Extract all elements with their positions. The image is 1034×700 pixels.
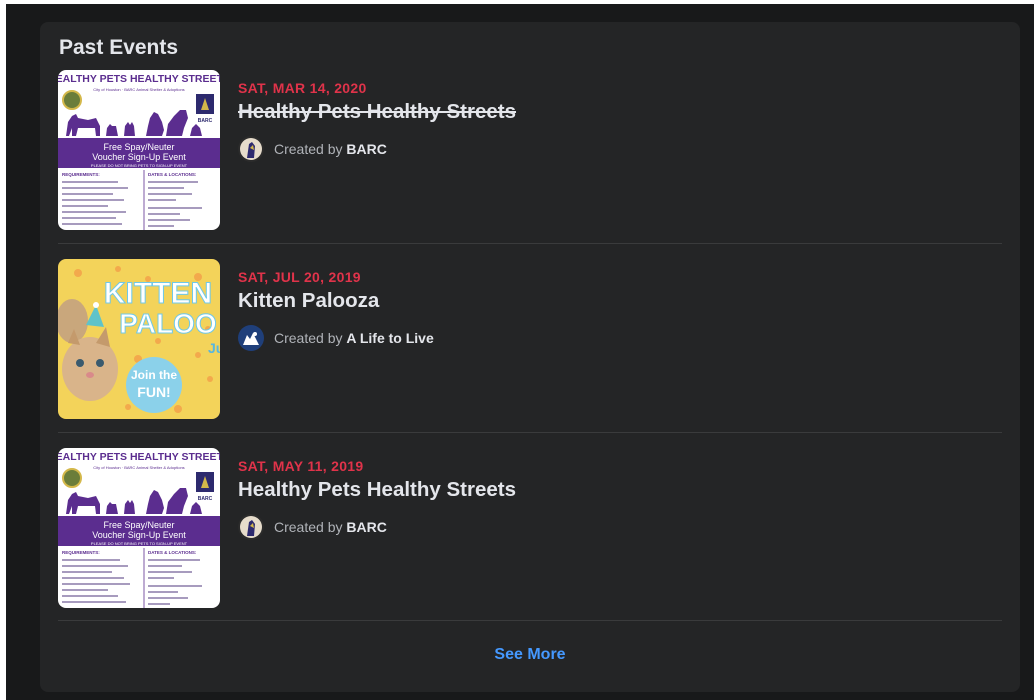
event-creator: Created by BARC (238, 514, 387, 540)
svg-text:BARC: BARC (198, 118, 213, 124)
svg-text:Join the: Join the (131, 368, 177, 382)
section-title: Past Events (59, 36, 179, 59)
event-poster-image[interactable]: HEALTHY PETS HEALTHY STREETS City of Hou… (58, 70, 220, 230)
creator-avatar[interactable] (238, 325, 264, 351)
event-title[interactable]: Healthy Pets Healthy Streets (238, 478, 516, 502)
past-events-card: Past Events HEALTHY PETS HEALTHY STREETS… (40, 22, 1020, 692)
svg-text:Voucher Sign-Up Event: Voucher Sign-Up Event (92, 530, 186, 540)
creator-name[interactable]: BARC (346, 519, 386, 535)
svg-text:HEALTHY PETS HEALTHY STREETS: HEALTHY PETS HEALTHY STREETS (58, 451, 220, 463)
svg-text:Voucher Sign-Up Event: Voucher Sign-Up Event (92, 152, 186, 162)
event-date: SAT, MAR 14, 2020 (238, 80, 367, 96)
event-title[interactable]: Kitten Palooza (238, 289, 379, 313)
event-item[interactable]: HEALTHY PETS HEALTHY STREETS City of Hou… (58, 448, 1004, 636)
svg-text:PLEASE DO NOT BRING PETS TO SI: PLEASE DO NOT BRING PETS TO SIGN-UP EVEN… (91, 541, 188, 546)
svg-text:City of Houston · BARC Animal: City of Houston · BARC Animal Shelter & … (93, 87, 184, 92)
event-title[interactable]: Healthy Pets Healthy Streets (238, 100, 516, 124)
svg-text:PALOO: PALOO (119, 308, 216, 339)
creator-name[interactable]: BARC (346, 141, 386, 157)
created-by-label: Created by (274, 141, 347, 157)
divider (58, 620, 1002, 621)
event-date: SAT, JUL 20, 2019 (238, 269, 361, 285)
event-creator: Created by A Life to Live (238, 325, 434, 351)
svg-text:REQUIREMENTS:: REQUIREMENTS: (62, 172, 100, 177)
created-by-label: Created by (274, 519, 347, 535)
page: Past Events HEALTHY PETS HEALTHY STREETS… (0, 0, 1034, 700)
svg-text:PLEASE DO NOT BRING PETS TO SI: PLEASE DO NOT BRING PETS TO SIGN-UP EVEN… (91, 163, 188, 168)
divider (58, 243, 1002, 244)
event-poster-image[interactable]: KITTEN PALOO Ju Join the FUN (58, 259, 220, 419)
event-poster-image[interactable]: HEALTHY PETS HEALTHY STREETS City of Hou… (58, 448, 220, 608)
svg-text:REQUIREMENTS:: REQUIREMENTS: (62, 550, 100, 555)
svg-text:HEALTHY PETS HEALTHY STREETS: HEALTHY PETS HEALTHY STREETS (58, 73, 220, 85)
svg-text:DATES & LOCATIONS:: DATES & LOCATIONS: (148, 550, 197, 555)
svg-text:BARC: BARC (198, 496, 213, 502)
divider (58, 432, 1002, 433)
svg-text:KITTEN: KITTEN (104, 277, 212, 310)
event-date: SAT, MAY 11, 2019 (238, 458, 364, 474)
event-item[interactable]: HEALTHY PETS HEALTHY STREETS City of Hou… (58, 70, 1004, 258)
svg-text:Free Spay/Neuter: Free Spay/Neuter (103, 520, 174, 530)
svg-text:FUN!: FUN! (137, 384, 170, 400)
created-by-label: Created by (274, 330, 347, 346)
event-creator: Created by BARC (238, 136, 387, 162)
event-item[interactable]: KITTEN PALOO Ju Join the FUN (58, 259, 1004, 447)
svg-text:City of Houston · BARC Animal: City of Houston · BARC Animal Shelter & … (93, 465, 184, 470)
svg-text:DATES & LOCATIONS:: DATES & LOCATIONS: (148, 172, 197, 177)
see-more-link[interactable]: See More (40, 646, 1020, 664)
creator-avatar[interactable] (238, 136, 264, 162)
svg-text:Ju: Ju (208, 340, 220, 356)
creator-name[interactable]: A Life to Live (346, 330, 433, 346)
svg-text:Free Spay/Neuter: Free Spay/Neuter (103, 142, 174, 152)
creator-avatar[interactable] (238, 514, 264, 540)
